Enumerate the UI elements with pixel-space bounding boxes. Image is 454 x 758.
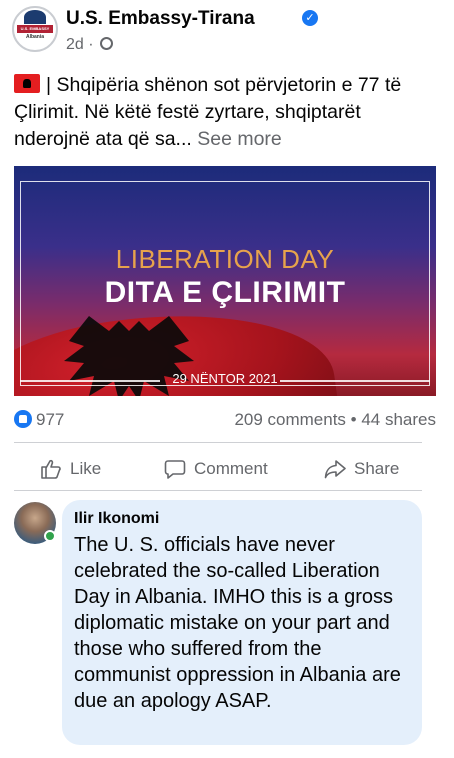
reaction-count[interactable]: 977 xyxy=(36,410,64,430)
engagement-summary[interactable]: 209 comments • 44 shares xyxy=(234,410,436,430)
comment-text: The U. S. officials have never celebrate… xyxy=(74,534,407,712)
albania-flag-icon xyxy=(14,74,40,93)
post-meta: 2d · xyxy=(66,36,114,54)
avatar-band: U.S. EMBASSY xyxy=(17,25,53,33)
like-badge-icon[interactable] xyxy=(14,410,32,428)
post-header: U.S. EMBASSY Albania U.S. Embassy-Tirana… xyxy=(12,6,442,58)
globe-icon xyxy=(100,37,114,50)
see-more-link[interactable]: See more xyxy=(197,128,282,150)
image-title-sq: DITA E ÇLIRIMIT xyxy=(104,276,346,309)
comment-button[interactable]: Comment xyxy=(164,456,268,482)
meta-separator: · xyxy=(88,36,94,53)
avatar-band-text: U.S. EMBASSY xyxy=(20,26,50,31)
comment-author[interactable]: Ilir Ikonomi xyxy=(74,510,410,528)
image-date: 29 NËNTOR 2021 xyxy=(14,371,436,386)
like-button[interactable]: Like xyxy=(40,456,101,482)
page-name[interactable]: U.S. Embassy-Tirana xyxy=(66,8,255,30)
image-title-en: LIBERATION DAY xyxy=(115,244,335,274)
image-date-text: 29 NËNTOR 2021 xyxy=(172,371,278,386)
comment-label: Comment xyxy=(194,459,268,478)
divider xyxy=(14,490,422,491)
share-button[interactable]: Share xyxy=(324,456,399,482)
divider xyxy=(14,442,422,443)
reactions-row: 977 209 comments • 44 shares xyxy=(14,408,436,432)
post-time[interactable]: 2d xyxy=(66,36,84,53)
online-status-icon xyxy=(44,530,56,542)
verified-icon: ✓ xyxy=(302,10,318,26)
post-image[interactable]: LIBERATION DAY DITA E ÇLIRIMIT 29 NËNTOR… xyxy=(14,166,436,396)
share-icon xyxy=(324,460,346,479)
thumbs-up-icon xyxy=(41,459,61,479)
share-label: Share xyxy=(354,459,400,478)
like-label: Like xyxy=(70,459,102,478)
page-avatar[interactable]: U.S. EMBASSY Albania xyxy=(12,6,58,52)
comment-icon xyxy=(164,460,186,479)
comment-bubble: Ilir Ikonomi The U. S. officials have ne… xyxy=(62,500,422,745)
post-text: | Shqipëria shënon sot përvjetorin e 77 … xyxy=(14,72,434,153)
embassy-seal-icon xyxy=(24,10,46,24)
avatar-subtext: Albania xyxy=(25,34,45,40)
